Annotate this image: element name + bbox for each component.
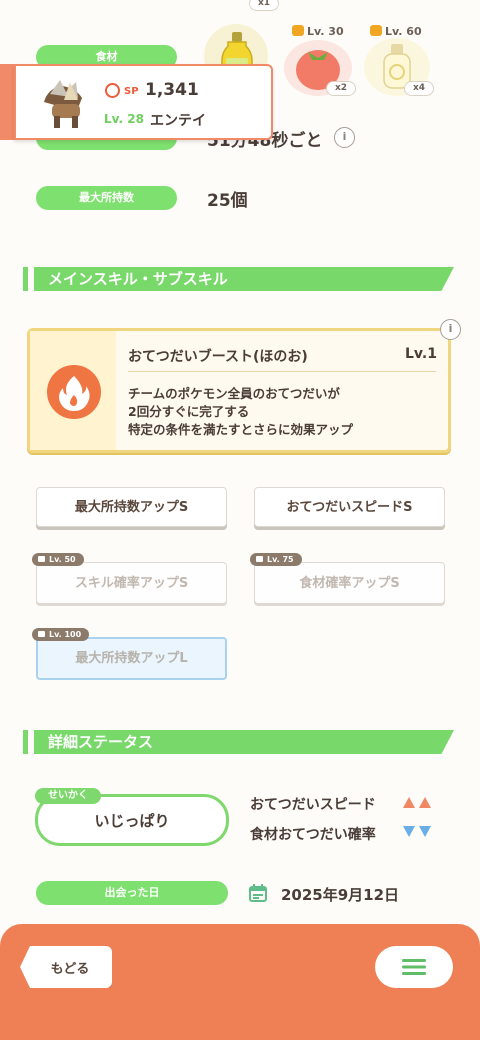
calendar-icon	[249, 884, 267, 902]
sp-label: SP	[124, 86, 139, 97]
nature-value: いじっぱり	[94, 812, 170, 830]
menu-button[interactable]	[375, 946, 453, 988]
info-icon[interactable]: i	[440, 319, 461, 340]
down-stat-label: 食材おてつだい確率	[250, 827, 376, 843]
pokemon-name: エンテイ	[150, 113, 206, 129]
unlock-level-badge: Lv. 75	[250, 553, 302, 566]
main-skill-card[interactable]: おてつだいブースト(ほのお) Lv.1 チームのポケモン全員のおてつだいが 2回…	[27, 328, 451, 453]
max-carry-value: 25個	[207, 191, 248, 211]
section-header-skills: メインスキル・サブスキル	[34, 267, 454, 291]
down-arrows-icon	[403, 826, 431, 837]
nature-tag: せいかく	[35, 788, 101, 804]
sub-skill-button-locked[interactable]: 最大所持数アップL	[36, 637, 227, 680]
ingredient-unlock-level: Lv. 30	[292, 25, 344, 38]
lock-icon	[38, 631, 45, 637]
lock-icon	[370, 25, 382, 36]
skill-description: チームのポケモン全員のおてつだいが 2回分すぐに完了する 特定の条件を満たすとさ…	[128, 386, 354, 437]
back-button-label: もどる	[50, 962, 90, 977]
ingredient-qty: x2	[326, 81, 356, 96]
back-button[interactable]: もどる	[20, 946, 112, 988]
divider	[128, 371, 436, 372]
up-arrows-icon	[403, 797, 431, 808]
pokemon-portrait-icon	[44, 80, 82, 128]
max-carry-label: 最大所持数	[36, 186, 177, 210]
sp-icon	[105, 83, 120, 98]
fire-icon	[47, 365, 101, 419]
section-header-details: 詳細ステータス	[34, 730, 454, 754]
section-tick	[23, 267, 28, 291]
sub-skill-button-locked[interactable]: スキル確率アップS	[36, 562, 227, 604]
unlock-level-badge: Lv. 50	[32, 553, 84, 566]
ingredient-qty: x4	[404, 81, 434, 96]
pokemon-card: SP 1,341 Lv. 28 エンテイ	[14, 64, 273, 140]
met-date-label: 出会った日	[36, 881, 228, 905]
info-icon[interactable]: i	[334, 127, 355, 148]
pokemon-level: Lv. 28	[104, 112, 144, 126]
ingredient-qty: x1	[249, 0, 279, 11]
sp-value: 1,341	[145, 80, 199, 100]
lock-icon	[292, 25, 304, 36]
ingredient-unlock-level: Lv. 60	[370, 25, 422, 38]
skill-level: Lv.1	[405, 346, 437, 362]
unlock-level-badge: Lv. 100	[32, 628, 90, 641]
up-stat-label: おてつだいスピード	[250, 797, 376, 813]
sub-skill-button-locked[interactable]: 食材確率アップS	[254, 562, 445, 604]
lock-icon	[38, 556, 45, 562]
lock-icon	[256, 556, 263, 562]
sub-skill-button[interactable]: 最大所持数アップS	[36, 487, 227, 527]
section-tick	[23, 730, 28, 754]
skill-name: おてつだいブースト(ほのお)	[128, 349, 308, 365]
sub-skill-button[interactable]: おてつだいスピードS	[254, 487, 445, 527]
hamburger-menu-icon	[402, 959, 426, 975]
met-date-value: 2025年9月12日	[281, 886, 400, 904]
